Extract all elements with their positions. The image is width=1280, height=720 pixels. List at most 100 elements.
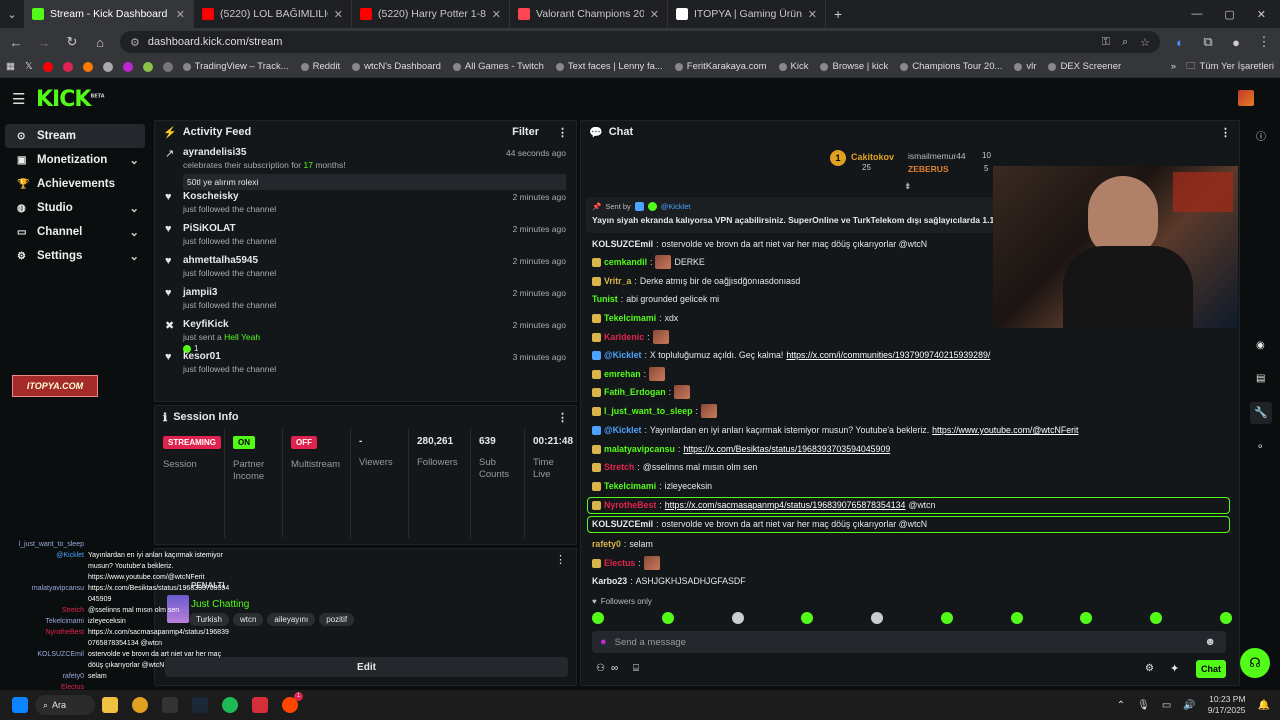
chevron-down-icon[interactable]: ⌄ bbox=[129, 249, 139, 263]
chat-message[interactable]: @Kicklet: Yayınlardan en iyi anları kaçır… bbox=[592, 423, 1078, 437]
clock[interactable]: 10:23 PM 9/17/2025 bbox=[1208, 694, 1246, 716]
quick-emote-icon[interactable] bbox=[1150, 612, 1163, 624]
chat-message[interactable]: rafety0: selam bbox=[592, 537, 653, 551]
microphone-icon[interactable]: ● bbox=[600, 636, 607, 648]
apps-grid-icon[interactable]: ▦ bbox=[6, 61, 15, 72]
spotify-icon[interactable] bbox=[222, 697, 238, 713]
chat-username[interactable]: Karldenic bbox=[604, 330, 644, 344]
bookmark-item[interactable]: Text faces | Lenny fa... bbox=[555, 61, 663, 72]
activity-more-icon[interactable]: ⋮ bbox=[557, 126, 568, 139]
bookmark-star-icon[interactable]: ☆ bbox=[1140, 36, 1150, 49]
chat-message[interactable]: Electus: bbox=[592, 556, 660, 570]
chat-username[interactable]: malatyavipcansu bbox=[604, 442, 675, 456]
quick-emote-icon[interactable] bbox=[871, 612, 884, 624]
leader-1-name[interactable]: Cakitokov bbox=[851, 152, 894, 162]
chat-link[interactable]: https://x.com/Besiktas/status/1968393703… bbox=[683, 442, 890, 456]
chat-settings-gear-icon[interactable]: ⚙ bbox=[1145, 663, 1154, 674]
bookmark-icon[interactable] bbox=[62, 61, 73, 72]
chat-message[interactable]: KOLSUZCEmil: ostervolde ve brovn da art n… bbox=[592, 517, 927, 531]
password-key-icon[interactable]: ⚿ bbox=[1102, 36, 1110, 49]
site-info-icon[interactable]: ⚙ bbox=[130, 36, 140, 49]
stream-info-more-icon[interactable]: ⋮ bbox=[555, 553, 566, 566]
sidebar-item-stream[interactable]: ⊙ Stream bbox=[5, 124, 145, 148]
chat-message[interactable]: NyrotheBest: https://x.com/sacmasapanmp4/… bbox=[592, 498, 935, 512]
profile-avatar-icon[interactable]: ● bbox=[1228, 35, 1244, 50]
chat-message[interactable]: Stretch: @sselinns mal mısın olm sen bbox=[592, 460, 757, 474]
layout-rail-icon[interactable]: ▤ bbox=[1256, 373, 1265, 384]
chat-message[interactable]: Fatih_Erdogan: bbox=[592, 385, 691, 399]
bookmark-item[interactable]: Champions Tour 20... bbox=[900, 61, 1002, 72]
info-rail-icon[interactable]: ⓘ bbox=[1256, 128, 1266, 143]
chat-message[interactable]: @Kicklet: X topluluğumuz açıldı. Geç kalm… bbox=[592, 348, 990, 362]
mic-tray-icon[interactable]: 🎙 bbox=[1137, 700, 1150, 711]
url-field[interactable]: ⚙ dashboard.kick.com/stream ⚿ ⌕ ☆ bbox=[120, 31, 1160, 53]
link-icon[interactable]: ∞ bbox=[611, 663, 618, 674]
reload-icon[interactable]: ↻ bbox=[64, 34, 80, 50]
sidebar-item-settings[interactable]: ⚙ Settings ⌄ bbox=[5, 244, 145, 268]
bookmark-icon[interactable] bbox=[122, 61, 133, 72]
chevron-down-icon[interactable]: ⌄ bbox=[129, 153, 139, 167]
close-tab-icon[interactable]: ✕ bbox=[650, 8, 659, 21]
quick-emote-icon[interactable] bbox=[801, 612, 814, 624]
chat-link[interactable]: https://www.youtube.com/@wtcNFerit bbox=[932, 423, 1078, 437]
activity-username[interactable]: ahmettalha5945 bbox=[183, 255, 566, 266]
leader-2-name[interactable]: ismailmemur44 bbox=[908, 151, 966, 161]
browser-tab[interactable]: (5220) LOL BAĞIMLILIĞI 1.5 - Yo ✕ bbox=[194, 0, 352, 28]
zoom-icon[interactable]: ⌕ bbox=[1122, 36, 1128, 49]
quick-emote-icon[interactable] bbox=[940, 612, 953, 624]
pinned-user[interactable]: @Kicklet bbox=[661, 202, 691, 211]
activity-username[interactable]: KeyfiKick bbox=[183, 319, 566, 330]
browser-tab[interactable]: ITOPYA | Gaming Ürünler ve Bils ✕ bbox=[668, 0, 826, 28]
chat-username[interactable]: l_just_want_to_sleep bbox=[604, 404, 693, 418]
x-bookmark-icon[interactable]: 𝕏 bbox=[25, 61, 33, 72]
windows-start-icon[interactable] bbox=[12, 697, 28, 713]
chat-message[interactable]: Tekelcimami: izleyeceksin bbox=[592, 479, 712, 493]
share-rail-icon[interactable]: ⚬ bbox=[1256, 442, 1264, 453]
quick-emote-icon[interactable] bbox=[1080, 612, 1093, 624]
chat-message[interactable]: Tunist: abi grounded gelicek mi bbox=[592, 292, 719, 306]
close-tab-icon[interactable]: ✕ bbox=[334, 8, 343, 21]
kick-logo[interactable]: KICKBETA bbox=[36, 87, 105, 112]
more-bookmarks-icon[interactable]: » bbox=[1171, 61, 1176, 72]
tab-search-icon[interactable]: ⌄ bbox=[0, 8, 24, 21]
chat-username[interactable]: @Kicklet bbox=[604, 348, 641, 362]
network-icon[interactable]: ▭ bbox=[1162, 700, 1171, 711]
home-icon[interactable]: ⌂ bbox=[92, 35, 108, 50]
youtube-bookmark-icon[interactable] bbox=[42, 61, 53, 72]
tools-rail-icon[interactable]: 🔧 bbox=[1250, 402, 1272, 424]
chat-message[interactable]: KOLSUZCEmil: ostervolde ve brovn da art n… bbox=[592, 237, 927, 251]
new-tab-button[interactable]: + bbox=[826, 6, 850, 22]
filter-button[interactable]: Filter bbox=[512, 126, 539, 138]
chat-message[interactable]: l_just_want_to_sleep: bbox=[592, 404, 717, 418]
all-bookmarks-folder[interactable]: 🗀 Tüm Yer İşaretleri bbox=[1186, 59, 1274, 75]
store-icon[interactable]: ⌸ bbox=[633, 663, 639, 674]
chat-username[interactable]: Tekelcimami bbox=[604, 479, 656, 493]
chat-more-icon[interactable]: ⋮ bbox=[1220, 126, 1231, 139]
chat-username[interactable]: Tunist bbox=[592, 292, 618, 306]
chat-username[interactable]: cemkandil bbox=[604, 255, 647, 269]
bookmark-item[interactable]: wtcN's Dashboard bbox=[352, 61, 441, 72]
activity-username[interactable]: kesor01 bbox=[183, 351, 566, 362]
chevron-down-icon[interactable]: ⌄ bbox=[129, 225, 139, 239]
chat-username[interactable]: rafety0 bbox=[592, 537, 621, 551]
volume-icon[interactable]: 🔊 bbox=[1183, 700, 1195, 711]
chat-username[interactable]: @Kicklet bbox=[604, 423, 641, 437]
obs-icon[interactable]: 1 bbox=[282, 692, 303, 713]
chat-message[interactable]: emrehan: bbox=[592, 367, 666, 381]
quick-emote-icon[interactable] bbox=[592, 612, 604, 624]
activity-username[interactable]: jampii3 bbox=[183, 287, 566, 298]
extensions-puzzle-icon[interactable]: ⧉ bbox=[1200, 34, 1216, 50]
broadcast-rail-icon[interactable]: ◉ bbox=[1256, 340, 1265, 351]
chat-username[interactable]: Electus bbox=[604, 556, 635, 570]
stream-tag[interactable]: pozitif bbox=[319, 613, 355, 626]
taskbar-search[interactable]: ⌕ Ara bbox=[35, 695, 95, 715]
chat-message[interactable]: malatyavipcansu: https://x.com/Besiktas/s… bbox=[592, 442, 890, 456]
chat-username[interactable]: emrehan bbox=[604, 367, 641, 381]
bookmark-item[interactable]: Kick bbox=[778, 61, 808, 72]
app-icon[interactable] bbox=[252, 697, 268, 713]
forward-icon[interactable]: → bbox=[36, 35, 52, 50]
bookmark-item[interactable]: FeritKarakaya.com bbox=[674, 61, 767, 72]
chat-message[interactable]: Karbo23: ASHJGKHJSADHJGFASDF bbox=[592, 574, 746, 588]
bookmark-item[interactable]: vlr bbox=[1014, 61, 1036, 72]
bookmark-item[interactable]: All Games - Twitch bbox=[452, 61, 544, 72]
